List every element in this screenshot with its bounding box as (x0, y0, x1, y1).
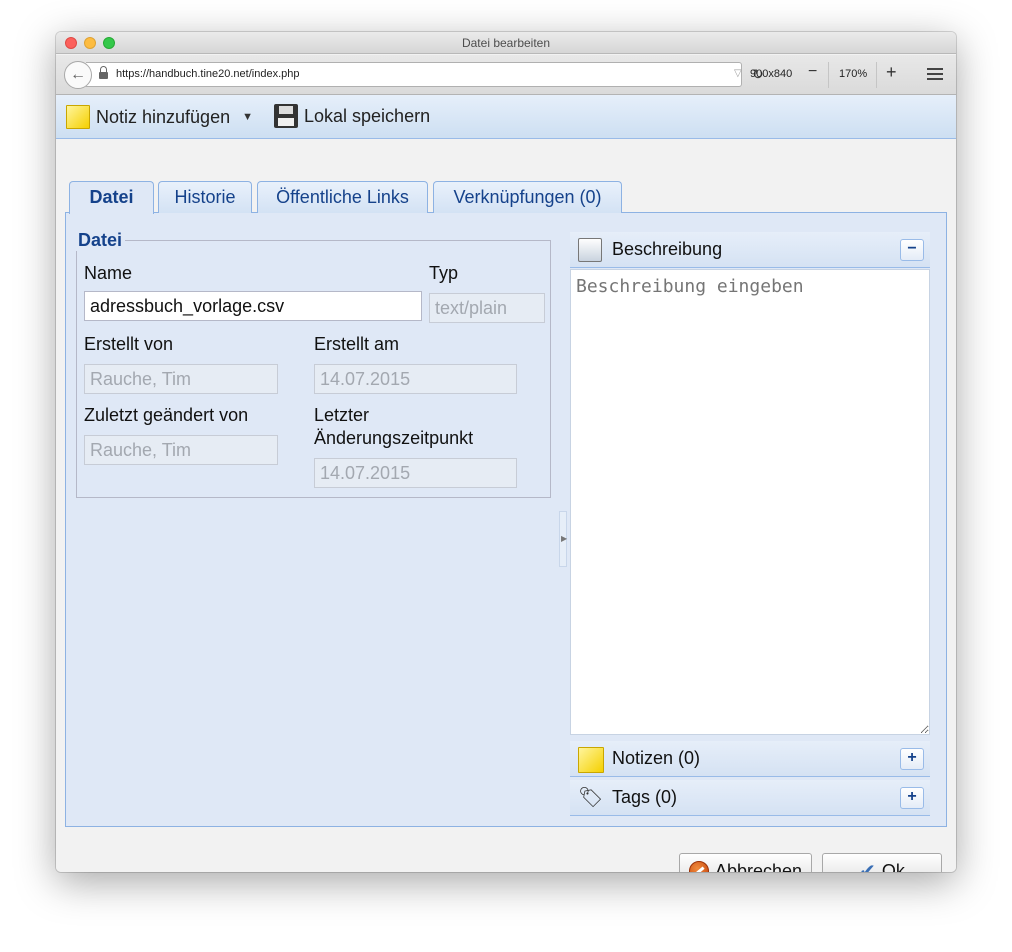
save-local-button[interactable]: Lokal speichern (274, 104, 430, 128)
modified-by-label: Zuletzt geändert von (84, 405, 249, 425)
save-local-label: Lokal speichern (304, 105, 431, 126)
expand-notes-button[interactable]: + (900, 748, 924, 770)
dialog-window: Datei bearbeiten https://handbuch.tine20… (56, 32, 956, 872)
divider (828, 62, 829, 88)
created-by-field (84, 364, 278, 394)
panel-splitter[interactable]: ▶ (559, 511, 567, 567)
app-toolbar: Notiz hinzufügen ▼ Lokal speichern (56, 95, 956, 139)
tag-icon: 🏷 (578, 787, 604, 809)
description-title: Beschreibung (612, 239, 723, 259)
collapse-arrow-icon: ▶ (561, 534, 568, 543)
tags-title: Tags (0) (612, 787, 678, 807)
tab-public-links[interactable]: Öffentliche Links (257, 181, 428, 213)
browser-toolbar: https://handbuch.tine20.net/index.php ▽ … (56, 55, 956, 95)
chevron-down-icon[interactable]: ▼ (242, 111, 253, 123)
app-content: Notiz hinzufügen ▼ Lokal speichern Datei… (56, 95, 956, 872)
modified-at-field (314, 458, 517, 488)
expand-tags-button[interactable]: + (900, 787, 924, 809)
description-textarea[interactable] (570, 269, 930, 735)
dropdown-triangle-icon[interactable]: ▽ (734, 68, 742, 79)
floppy-disk-icon (274, 104, 298, 128)
zoom-level[interactable]: 170% (839, 68, 867, 80)
modified-at-label-line1: Letzter (314, 405, 370, 425)
zoom-in-button[interactable]: + (886, 62, 897, 83)
created-by-label: Erstellt von (84, 334, 174, 354)
add-note-button[interactable]: Notiz hinzufügen ▼ (66, 105, 253, 129)
modified-by-field (84, 435, 278, 465)
document-icon (578, 238, 602, 262)
type-label: Typ (429, 263, 459, 283)
address-bar[interactable]: https://handbuch.tine20.net/index.php ▽ … (86, 62, 764, 87)
sticky-note-icon (66, 105, 90, 129)
created-at-field (314, 364, 517, 394)
back-arrow-icon: ← (70, 66, 86, 83)
type-field (429, 293, 545, 323)
lock-icon (99, 66, 108, 80)
tab-datei[interactable]: Datei (69, 181, 154, 214)
collapse-description-button[interactable]: − (900, 239, 924, 261)
tab-links[interactable]: Verknüpfungen (0) (433, 181, 622, 213)
tab-historie[interactable]: Historie (158, 181, 252, 213)
ok-label: Ok (881, 860, 905, 873)
divider (876, 62, 877, 88)
title-bar: Datei bearbeiten (56, 32, 956, 54)
created-at-label: Erstellt am (314, 334, 400, 354)
description-header[interactable]: Beschreibung − (570, 232, 930, 268)
url-text: https://handbuch.tine20.net/index.php (116, 68, 300, 80)
notes-header[interactable]: Notizen (0) + (570, 741, 930, 777)
notes-title: Notizen (0) (612, 748, 701, 768)
window-title: Datei bearbeiten (461, 36, 551, 50)
add-note-label: Notiz hinzufügen (96, 106, 231, 127)
viewport-size: 900x840 (750, 68, 793, 80)
checkmark-icon: ✔ (859, 860, 876, 873)
fieldset-legend: Datei (75, 230, 126, 251)
zoom-out-button[interactable]: − (808, 63, 817, 81)
cancel-label: Abbrechen (714, 860, 803, 873)
name-input[interactable] (84, 291, 422, 321)
cancel-icon (688, 861, 709, 872)
name-label: Name (84, 263, 133, 283)
tags-header[interactable]: 🏷 Tags (0) + (570, 780, 930, 816)
cancel-button[interactable]: Abbrechen (679, 853, 812, 872)
hamburger-menu-icon[interactable] (927, 68, 943, 83)
back-button[interactable]: ← (64, 61, 92, 89)
modified-at-label-line2: Änderungszeitpunkt (314, 428, 474, 448)
ok-button[interactable]: ✔ Ok (822, 853, 942, 872)
sticky-note-icon (578, 747, 604, 773)
tab-panel-datei: Datei Name Typ Erstellt von Erstellt am … (65, 212, 947, 827)
